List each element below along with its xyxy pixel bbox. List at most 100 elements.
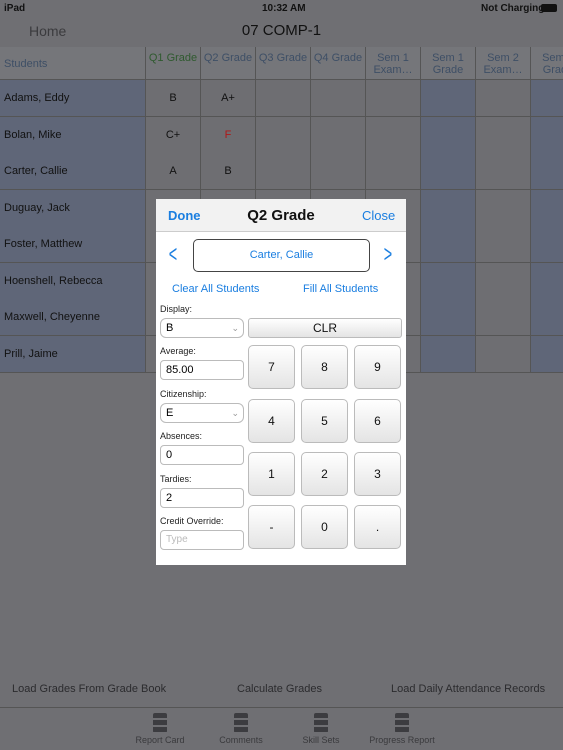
load-grades-button[interactable]: Load Grades From Grade Book: [12, 683, 166, 695]
chevron-down-icon: ⌄: [231, 323, 239, 333]
key-1[interactable]: 1: [248, 452, 295, 496]
key-3[interactable]: 3: [354, 452, 401, 496]
grade-cell[interactable]: [476, 226, 531, 263]
battery-status: Not Charging: [481, 3, 545, 14]
q2-grade-cell[interactable]: B: [201, 153, 256, 190]
key-4[interactable]: 4: [248, 399, 295, 443]
chevron-down-icon: ⌄: [231, 408, 239, 418]
grade-cell[interactable]: [531, 153, 563, 190]
status-bar: iPad 10:32 AM Not Charging: [0, 0, 563, 16]
citizenship-label: Citizenship:: [160, 389, 207, 399]
display-select[interactable]: B ⌄: [160, 318, 244, 338]
fill-all-students-button[interactable]: Fill All Students: [303, 283, 378, 295]
tab-skill-sets[interactable]: Skill Sets: [281, 713, 361, 745]
key-2[interactable]: 2: [301, 452, 348, 496]
average-field[interactable]: 85.00: [160, 360, 244, 380]
tab-progress-report[interactable]: Progress Report: [362, 713, 442, 745]
grade-cell[interactable]: [421, 116, 476, 154]
tardies-field[interactable]: 2: [160, 488, 244, 508]
clear-key[interactable]: CLR: [248, 318, 402, 338]
key-.[interactable]: .: [354, 505, 401, 549]
previous-student-icon[interactable]: <: [169, 241, 177, 269]
student-selector[interactable]: Carter, Callie: [193, 239, 370, 272]
key-8[interactable]: 8: [301, 345, 348, 389]
column-header[interactable]: Sem 2 Exam…: [476, 47, 531, 80]
citizenship-select[interactable]: E ⌄: [160, 403, 244, 423]
grade-cell[interactable]: [311, 80, 366, 117]
grade-cell[interactable]: [476, 116, 531, 154]
grade-cell[interactable]: [256, 153, 311, 190]
key-6[interactable]: 6: [354, 399, 401, 443]
grade-cell[interactable]: [531, 226, 563, 263]
grade-entry-popover: Done Q2 Grade Close < Carter, Callie > C…: [156, 199, 406, 565]
grade-cell[interactable]: [311, 153, 366, 190]
student-name-cell[interactable]: Maxwell, Cheyenne: [0, 299, 146, 336]
grade-cell[interactable]: [476, 299, 531, 336]
grade-cell[interactable]: [256, 116, 311, 154]
absences-field[interactable]: 0: [160, 445, 244, 465]
column-header[interactable]: Q3 Grade: [256, 47, 311, 80]
grade-cell[interactable]: [531, 116, 563, 154]
student-name-cell[interactable]: Prill, Jaime: [0, 335, 146, 373]
grade-cell[interactable]: [366, 153, 421, 190]
grade-cell[interactable]: [421, 189, 476, 227]
key-7[interactable]: 7: [248, 345, 295, 389]
cabinet-icon: [395, 713, 409, 733]
grade-cell[interactable]: [476, 153, 531, 190]
grade-cell[interactable]: [366, 80, 421, 117]
grade-cell[interactable]: [421, 226, 476, 263]
student-name-cell[interactable]: Adams, Eddy: [0, 80, 146, 117]
student-name-cell[interactable]: Bolan, Mike: [0, 116, 146, 154]
citizenship-value: E: [166, 407, 174, 419]
grade-cell[interactable]: [311, 116, 366, 154]
column-header[interactable]: Students: [0, 47, 146, 80]
q2-grade-cell[interactable]: A+: [201, 80, 256, 117]
key--[interactable]: -: [248, 505, 295, 549]
student-name-cell[interactable]: Duguay, Jack: [0, 189, 146, 227]
column-header[interactable]: Q2 Grade: [201, 47, 256, 80]
column-header[interactable]: Sem 2 Grade: [531, 47, 563, 80]
q1-grade-cell[interactable]: A: [146, 153, 201, 190]
credit-override-field[interactable]: Type: [160, 530, 244, 550]
student-name-cell[interactable]: Hoenshell, Rebecca: [0, 262, 146, 300]
column-header[interactable]: Sem 1 Grade: [421, 47, 476, 80]
grade-cell[interactable]: [531, 80, 563, 117]
tab-label: Progress Report: [369, 735, 435, 745]
grade-cell[interactable]: [476, 262, 531, 300]
grade-cell[interactable]: [256, 80, 311, 117]
clear-all-students-button[interactable]: Clear All Students: [172, 283, 259, 295]
tab-report-card[interactable]: Report Card: [120, 713, 200, 745]
key-9[interactable]: 9: [354, 345, 401, 389]
grade-cell[interactable]: [366, 116, 421, 154]
tab-comments[interactable]: Comments: [201, 713, 281, 745]
grade-cell[interactable]: [421, 262, 476, 300]
average-label: Average:: [160, 346, 196, 356]
column-header[interactable]: Q1 Grade: [146, 47, 201, 80]
student-name-cell[interactable]: Foster, Matthew: [0, 226, 146, 263]
column-header[interactable]: Q4 Grade: [311, 47, 366, 80]
key-5[interactable]: 5: [301, 399, 348, 443]
grade-cell[interactable]: [421, 299, 476, 336]
load-attendance-button[interactable]: Load Daily Attendance Records: [391, 683, 545, 695]
grade-cell[interactable]: [531, 262, 563, 300]
tab-label: Skill Sets: [302, 735, 340, 745]
grade-cell[interactable]: [421, 153, 476, 190]
q1-grade-cell[interactable]: C+: [146, 116, 201, 154]
grade-cell[interactable]: [531, 299, 563, 336]
close-button[interactable]: Close: [362, 208, 395, 223]
calculate-grades-button[interactable]: Calculate Grades: [237, 683, 322, 695]
column-header[interactable]: Sem 1 Exam…: [366, 47, 421, 80]
grade-cell[interactable]: [476, 80, 531, 117]
grade-cell[interactable]: [476, 189, 531, 227]
next-student-icon[interactable]: >: [384, 241, 392, 269]
clock: 10:32 AM: [262, 3, 306, 14]
q1-grade-cell[interactable]: B: [146, 80, 201, 117]
grade-cell[interactable]: [531, 335, 563, 373]
grade-cell[interactable]: [421, 80, 476, 117]
student-name-cell[interactable]: Carter, Callie: [0, 153, 146, 190]
grade-cell[interactable]: [531, 189, 563, 227]
grade-cell[interactable]: [476, 335, 531, 373]
key-0[interactable]: 0: [301, 505, 348, 549]
grade-cell[interactable]: [421, 335, 476, 373]
q2-grade-cell[interactable]: F: [201, 116, 256, 154]
